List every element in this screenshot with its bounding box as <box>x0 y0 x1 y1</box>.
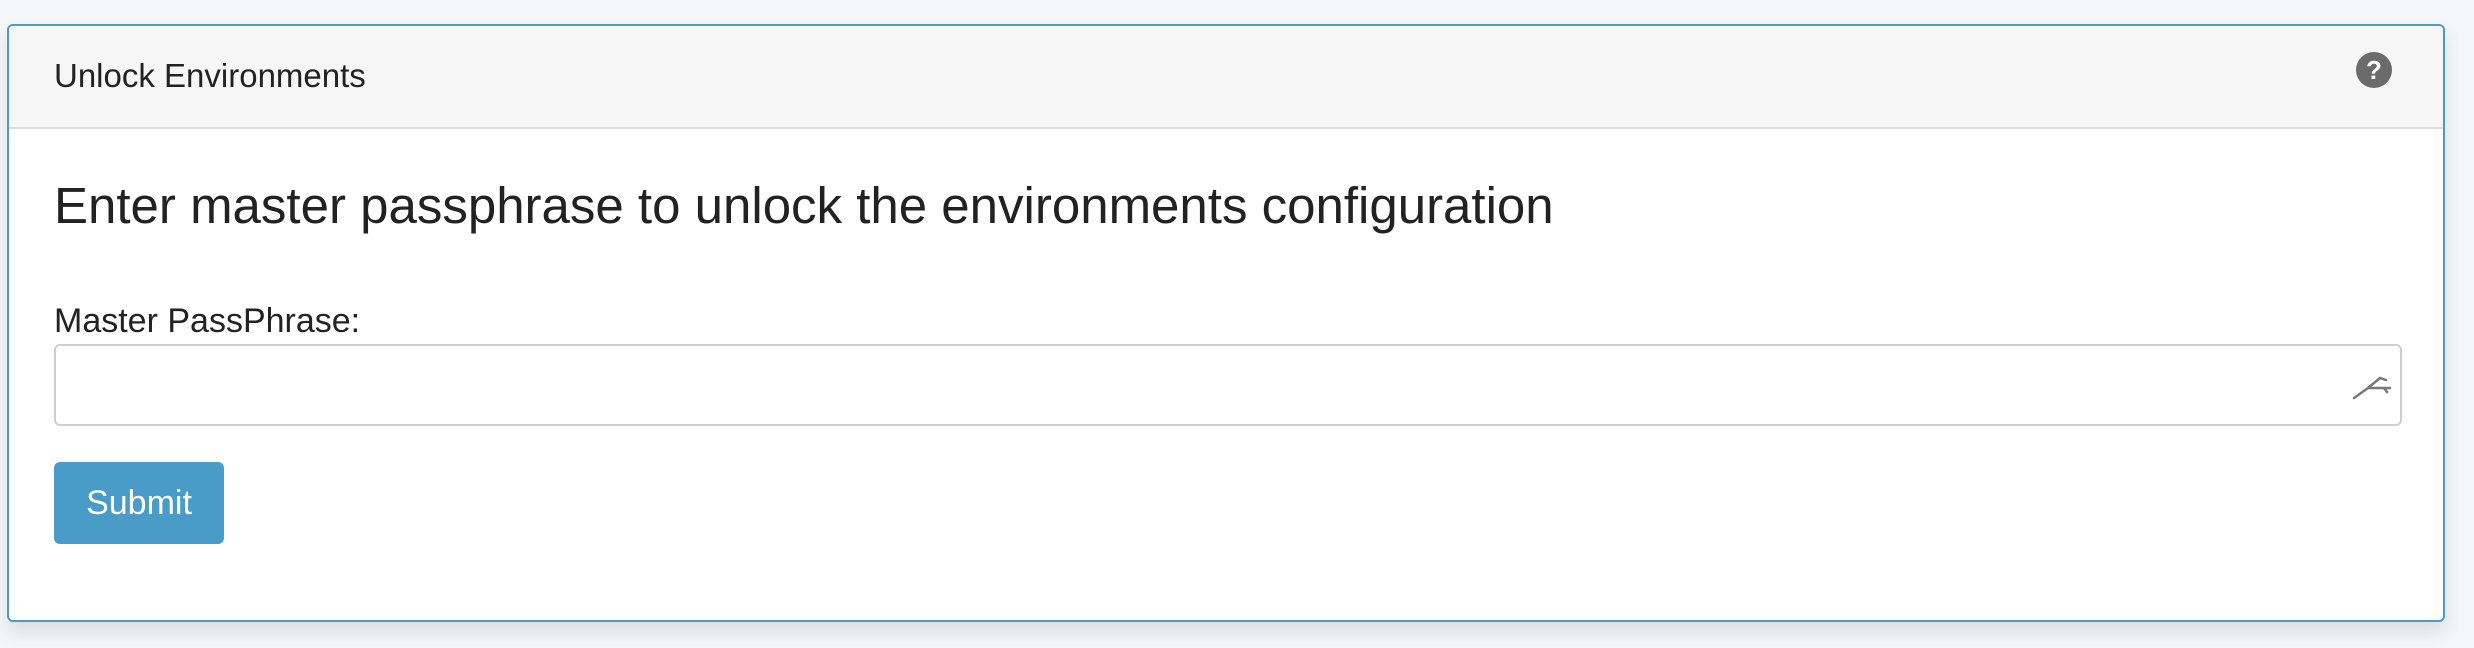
page-heading: Enter master passphrase to unlock the en… <box>54 177 1554 234</box>
key-icon[interactable] <box>2350 370 2394 404</box>
panel-header: Unlock Environments ? <box>9 26 2443 129</box>
passphrase-input[interactable] <box>56 346 2400 424</box>
passphrase-field-wrapper <box>54 344 2402 426</box>
passphrase-label: Master PassPhrase: <box>54 302 361 340</box>
unlock-panel: Unlock Environments ? Enter master passp… <box>7 24 2445 622</box>
help-icon[interactable]: ? <box>2356 52 2392 88</box>
panel-title: Unlock Environments <box>54 57 366 94</box>
submit-button[interactable]: Submit <box>54 462 224 544</box>
